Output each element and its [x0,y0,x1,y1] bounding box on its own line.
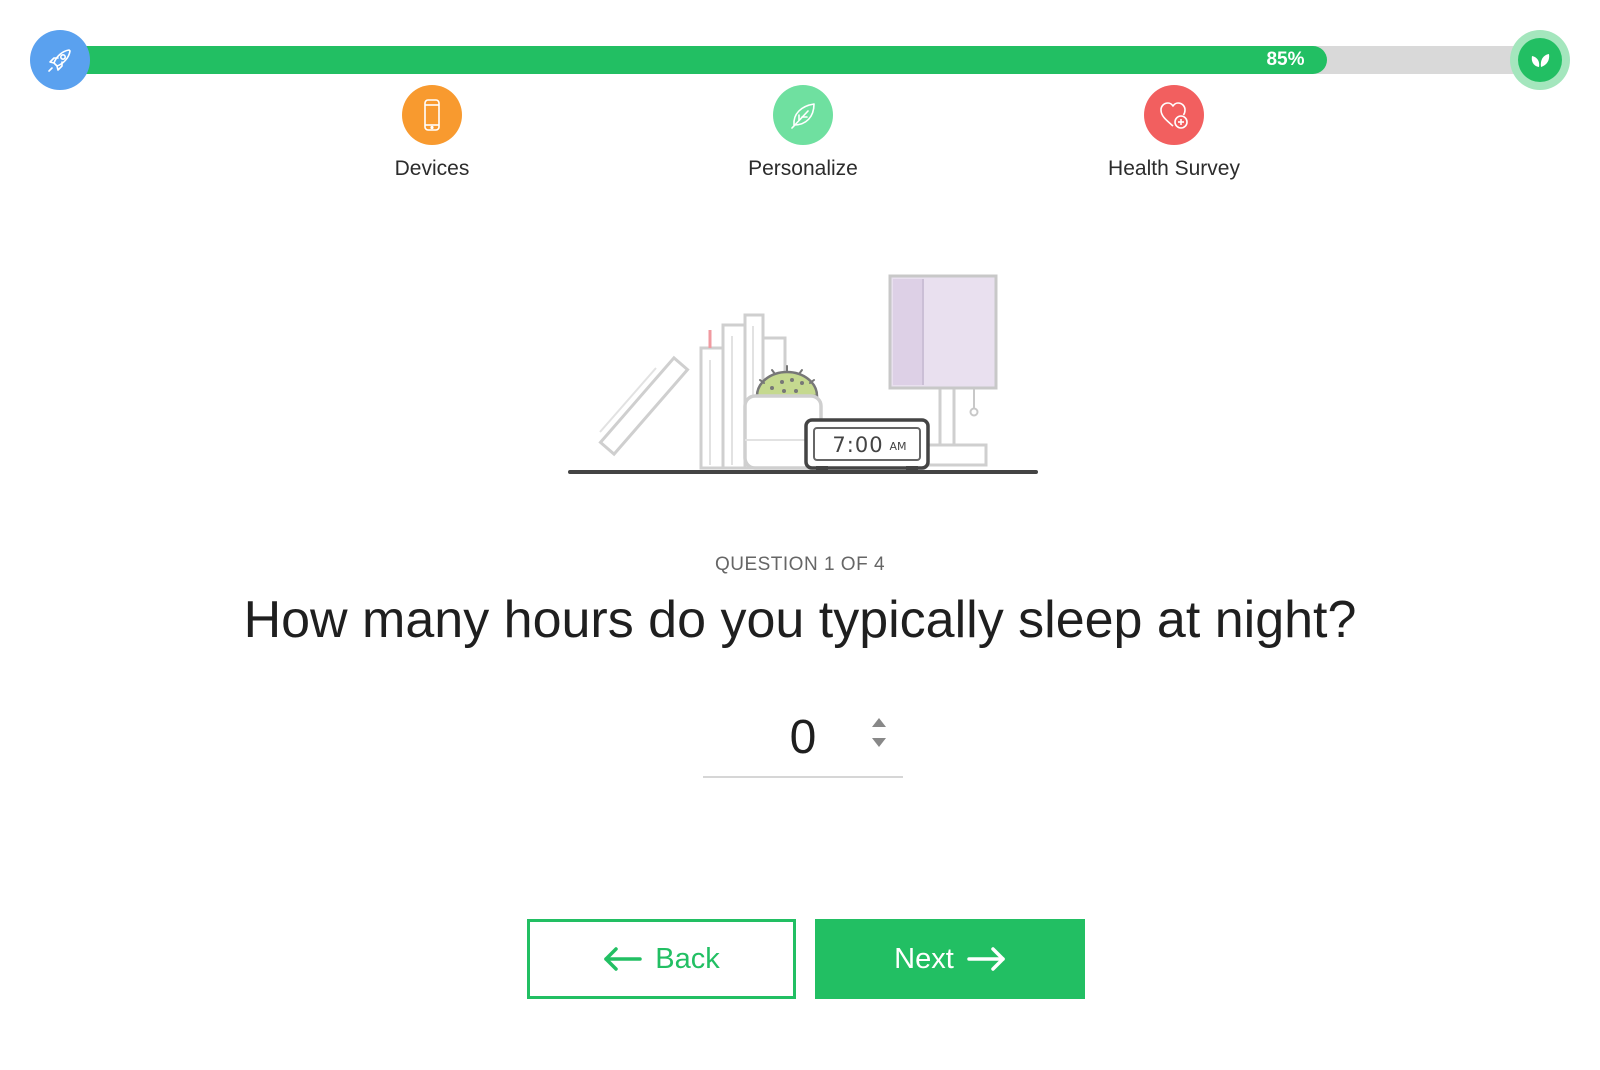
step-personalize[interactable]: Personalize [703,85,903,181]
question-text: How many hours do you typically sleep at… [243,591,1357,649]
back-button-label: Back [655,942,720,975]
arrow-right-icon [967,947,1005,971]
progress-end-node [1510,30,1570,90]
next-button-label: Next [894,942,954,975]
phone-icon [424,99,440,131]
clock-time: 7:00 [832,433,883,457]
step-circle [402,85,462,145]
step-label: Health Survey [1108,157,1240,180]
alarm-clock-icon: 7:00 AM [804,418,930,472]
step-label: Devices [394,157,470,180]
progress-fill: 85% [60,46,1327,74]
step-circle [1144,85,1204,145]
step-health-survey[interactable]: Health Survey [1074,85,1274,181]
step-circle [773,85,833,145]
question-counter: QUESTION 1 OF 4 [714,554,886,575]
step-label: Personalize [748,157,858,180]
caret-down-icon [872,737,886,747]
hours-stepper[interactable]: 0 [703,700,903,778]
back-button[interactable]: Back [527,919,796,999]
leaf-icon [791,103,815,129]
decrement-button[interactable] [867,734,891,750]
clock-period: AM [889,440,906,453]
arrow-left-icon [604,947,642,971]
next-button[interactable]: Next [815,919,1085,999]
bedside-illustration: 7:00 AM [568,274,1038,474]
rocket-icon [48,49,71,72]
leaves-icon [1531,54,1550,67]
step-devices[interactable]: Devices [332,85,532,181]
leaning-book-icon [598,355,690,457]
progress-start-node [30,30,90,90]
heart-plus-icon [1160,102,1188,129]
onboarding-survey-page: 85% Devices Personalize Health Survey 7:… [0,0,1600,1070]
increment-button[interactable] [867,714,891,730]
progress-percent: 85% [1266,49,1305,70]
caret-up-icon [872,717,886,727]
progress-bar: 85% [60,46,1550,74]
